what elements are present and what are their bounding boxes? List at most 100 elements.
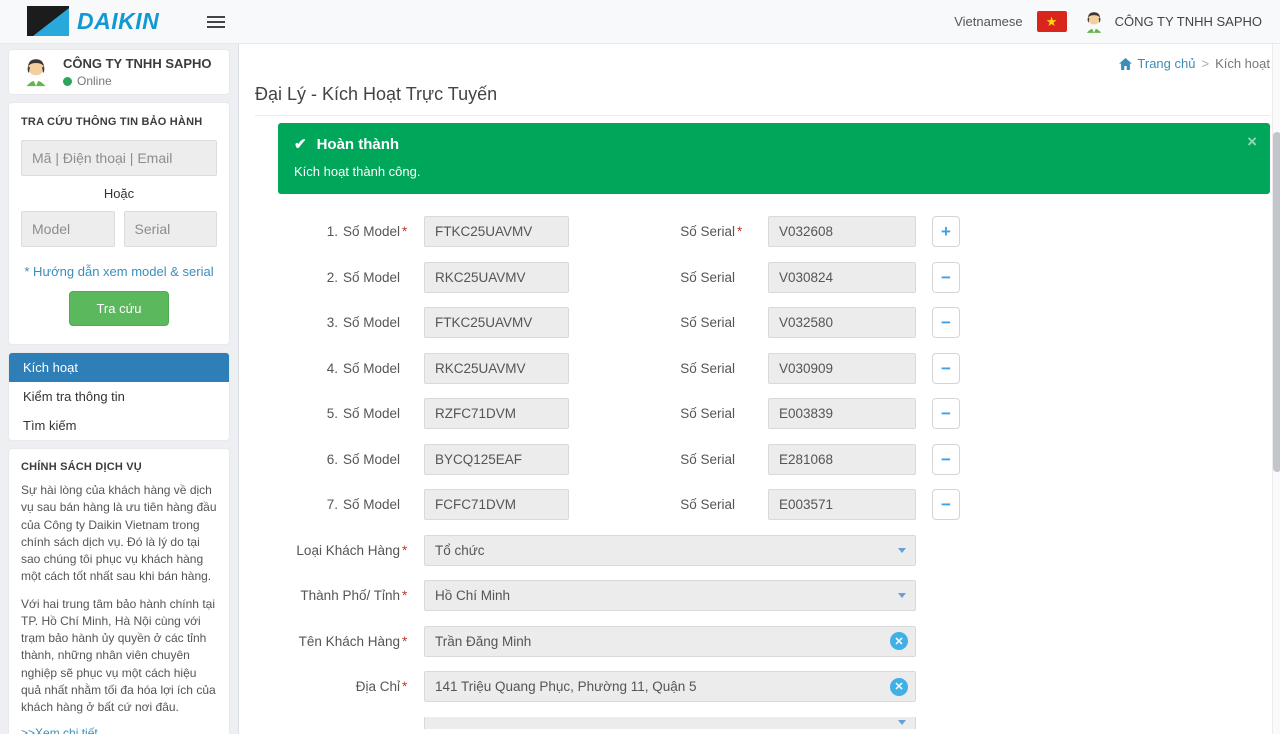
model-serial-row: 1.Số Model * Số Serial * + (278, 216, 1270, 247)
sidebar-item-tim-kiem[interactable]: Tìm kiếm (9, 411, 229, 440)
daikin-logo-mark (27, 6, 69, 37)
model-input[interactable] (424, 353, 569, 384)
lookup-id-input[interactable] (21, 140, 217, 176)
model-serial-rows: 1.Số Model * Số Serial * + (278, 216, 1270, 520)
model-serial-guide-link[interactable]: * Hướng dẫn xem model & serial (21, 264, 217, 279)
customer-type-label: Loại Khách Hàng (278, 543, 400, 558)
policy-paragraph: Với hai trung tâm bảo hành chính tại TP.… (21, 596, 217, 717)
remove-row-button[interactable]: − (932, 398, 960, 429)
vietnam-flag-icon[interactable]: ★ (1037, 11, 1067, 32)
remove-row-button[interactable]: − (932, 307, 960, 338)
model-label: 2.Số Model (278, 270, 400, 285)
model-label: 1.Số Model (278, 224, 400, 239)
address-input[interactable] (424, 671, 916, 702)
serial-label: Số Serial (569, 361, 735, 376)
model-input[interactable] (424, 444, 569, 475)
account-name: CÔNG TY TNHH SAPHO (1115, 14, 1262, 29)
clear-input-icon[interactable]: ✕ (890, 678, 908, 696)
page-title: Đại Lý - Kích Hoạt Trực Tuyến (255, 84, 1270, 105)
address-row: Địa Chỉ * ✕ (278, 671, 1270, 702)
next-field-row-partial (278, 717, 1270, 729)
main-content: Trang chủ > Kích hoạt Đại Lý - Kích Hoạt… (239, 44, 1280, 734)
model-label: 3.Số Model (278, 315, 400, 330)
model-label: 6.Số Model (278, 452, 400, 467)
breadcrumb-home-link[interactable]: Trang chủ (1119, 56, 1195, 71)
city-row: Thành Phố/ Tỉnh * Hồ Chí Minh (278, 580, 1270, 611)
remove-row-button[interactable]: − (932, 444, 960, 475)
model-serial-row: 6.Số Model Số Serial − (278, 444, 1270, 475)
chevron-down-icon (898, 593, 906, 598)
required-asterisk: * (735, 224, 747, 239)
serial-input[interactable] (768, 307, 916, 338)
model-input[interactable] (424, 489, 569, 520)
warranty-lookup-card: TRA CỨU THÔNG TIN BẢO HÀNH Hoặc * Hướng … (8, 102, 230, 345)
policy-paragraph: Sự hài lòng của khách hàng về dịch vụ sa… (21, 482, 217, 586)
customer-type-row: Loại Khách Hàng * Tổ chức (278, 535, 1270, 566)
sidebar-menu: Kích hoạt Kiểm tra thông tin Tìm kiếm (8, 352, 230, 441)
daikin-logo[interactable]: DAIKIN (27, 6, 159, 37)
breadcrumb-current: Kích hoạt (1215, 56, 1270, 71)
serial-input[interactable] (768, 353, 916, 384)
serial-label: Số Serial (569, 452, 735, 467)
serial-input[interactable] (768, 262, 916, 293)
sidebar-item-kich-hoat[interactable]: Kích hoạt (9, 353, 229, 382)
lookup-search-button[interactable]: Tra cứu (69, 291, 168, 326)
sidebar: CÔNG TY TNHH SAPHO Online TRA CỨU THÔNG … (0, 44, 239, 734)
customer-name-input[interactable] (424, 626, 916, 657)
activation-panel: ✔ Hoàn thành Kích hoạt thành công. × 1.S… (255, 115, 1270, 729)
city-select[interactable]: Hồ Chí Minh (424, 580, 916, 611)
menu-toggle-icon[interactable] (207, 13, 225, 31)
remove-row-button[interactable]: − (932, 262, 960, 293)
policy-title: CHÍNH SÁCH DỊCH VỤ (21, 461, 217, 473)
serial-input[interactable] (768, 444, 916, 475)
clear-input-icon[interactable]: ✕ (890, 632, 908, 650)
serial-label: Số Serial (569, 497, 735, 512)
address-label: Địa Chỉ (278, 679, 400, 694)
model-label: 5.Số Model (278, 406, 400, 421)
home-icon (1119, 58, 1132, 70)
model-serial-row: 2.Số Model Số Serial − (278, 262, 1270, 293)
model-input[interactable] (424, 398, 569, 429)
online-status: Online (63, 74, 212, 88)
model-serial-row: 3.Số Model Số Serial − (278, 307, 1270, 338)
sidebar-user-card: CÔNG TY TNHH SAPHO Online (8, 49, 230, 95)
serial-label: Số Serial (569, 270, 735, 285)
city-label: Thành Phố/ Tỉnh (278, 588, 400, 603)
serial-input[interactable] (768, 216, 916, 247)
alert-message: Kích hoạt thành công. (294, 164, 1254, 179)
scrollbar-track[interactable] (1272, 44, 1280, 734)
chevron-down-icon (898, 548, 906, 553)
language-selector[interactable]: Vietnamese (954, 14, 1022, 29)
lookup-serial-input[interactable] (124, 211, 218, 247)
top-header: DAIKIN Vietnamese ★ CÔNG TY TNHH SAPHO (0, 0, 1280, 44)
avatar (1081, 9, 1107, 35)
customer-name-label: Tên Khách Hàng (278, 634, 400, 649)
serial-input[interactable] (768, 489, 916, 520)
sidebar-user-name: CÔNG TY TNHH SAPHO (63, 56, 212, 71)
customer-type-select[interactable]: Tổ chức (424, 535, 916, 566)
model-input[interactable] (424, 216, 569, 247)
serial-label: Số Serial (569, 406, 735, 421)
close-icon[interactable]: × (1247, 132, 1257, 152)
chevron-down-icon (898, 720, 906, 725)
required-asterisk: * (400, 224, 412, 239)
model-serial-row: 7.Số Model Số Serial − (278, 489, 1270, 520)
policy-detail-link[interactable]: >>Xem chi tiết (21, 726, 217, 734)
serial-input[interactable] (768, 398, 916, 429)
online-dot-icon (63, 77, 72, 86)
model-input[interactable] (424, 262, 569, 293)
brand-text: DAIKIN (77, 8, 159, 35)
remove-row-button[interactable]: − (932, 489, 960, 520)
sidebar-item-kiem-tra-thong-tin[interactable]: Kiểm tra thông tin (9, 382, 229, 411)
account-menu[interactable]: CÔNG TY TNHH SAPHO (1081, 9, 1262, 35)
partial-select[interactable] (424, 717, 916, 729)
model-serial-row: 4.Số Model Số Serial − (278, 353, 1270, 384)
serial-label: Số Serial (569, 315, 735, 330)
scrollbar-thumb[interactable] (1273, 132, 1280, 472)
lookup-model-input[interactable] (21, 211, 115, 247)
or-text: Hoặc (21, 186, 217, 201)
required-asterisk: * (400, 634, 412, 649)
model-input[interactable] (424, 307, 569, 338)
add-row-button[interactable]: + (932, 216, 960, 247)
remove-row-button[interactable]: − (932, 353, 960, 384)
